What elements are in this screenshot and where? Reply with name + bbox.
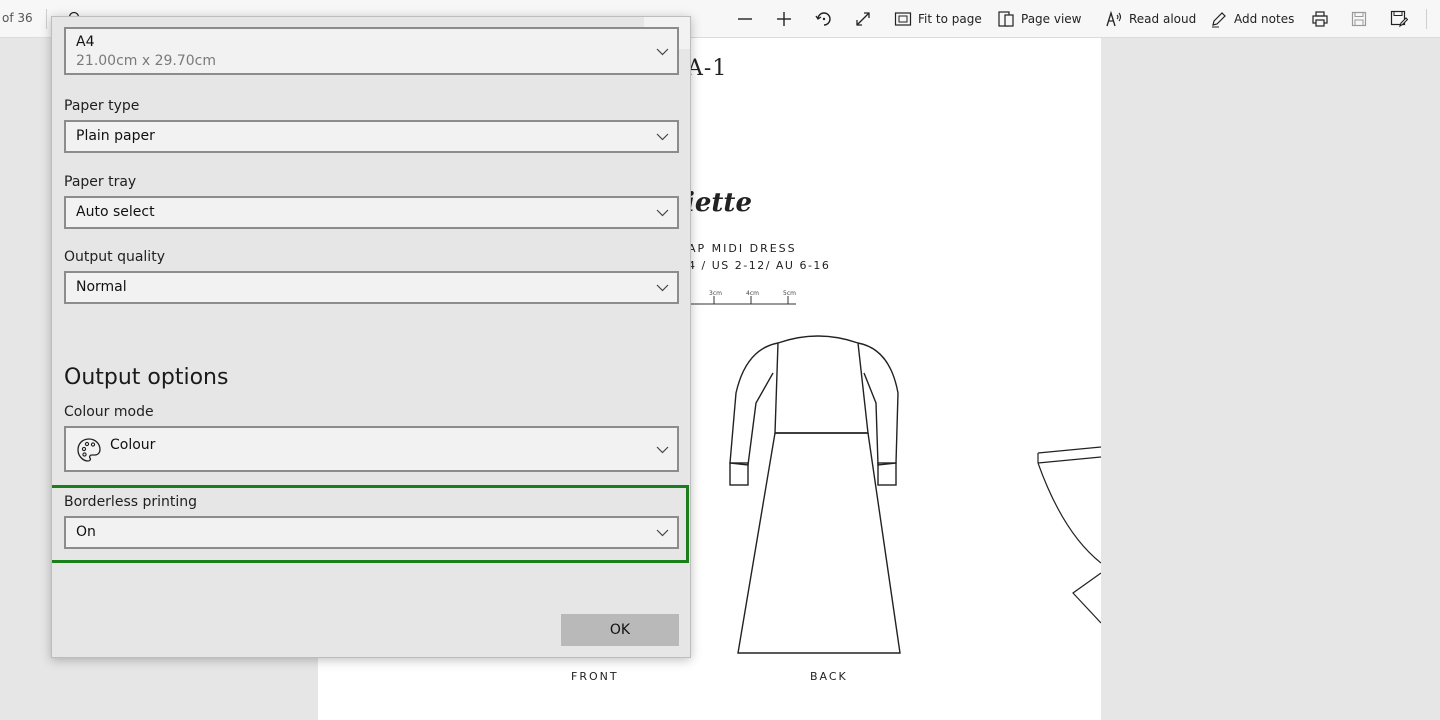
minus-icon bbox=[738, 18, 752, 20]
chevron-down-icon bbox=[656, 133, 669, 141]
toolbar-divider bbox=[46, 9, 47, 29]
palette-icon bbox=[77, 438, 101, 462]
zoom-in-button[interactable] bbox=[775, 0, 793, 38]
pen-icon bbox=[1212, 12, 1226, 28]
printer-icon bbox=[1312, 11, 1328, 27]
page-view-icon bbox=[998, 11, 1014, 27]
paper-tray-select[interactable]: Auto select bbox=[64, 196, 679, 229]
borderless-printing-select[interactable]: On bbox=[64, 516, 679, 549]
borderless-printing-label: Borderless printing bbox=[64, 494, 198, 510]
output-quality-label: Output quality bbox=[64, 249, 165, 265]
paper-type-label: Paper type bbox=[64, 98, 140, 114]
page-view-button[interactable]: Page view bbox=[997, 0, 1082, 38]
plus-icon bbox=[777, 12, 791, 26]
page-count: of 36 bbox=[2, 11, 33, 25]
save-as-icon bbox=[1390, 10, 1408, 28]
save-button[interactable] bbox=[1351, 0, 1367, 38]
paper-type-value: Plain paper bbox=[76, 128, 155, 144]
ruler-label: 3cm bbox=[709, 290, 722, 297]
front-view-label: FRONT bbox=[571, 670, 619, 683]
fit-to-page-label: Fit to page bbox=[918, 12, 982, 26]
paper-size-value: A4 bbox=[76, 34, 95, 50]
pattern-piece-illustration bbox=[1037, 446, 1101, 624]
fit-to-page-icon bbox=[894, 12, 912, 26]
paper-size-select[interactable]: A4 21.00cm x 29.70cm bbox=[64, 27, 679, 75]
zoom-out-button[interactable] bbox=[736, 0, 754, 38]
page-view-label: Page view bbox=[1021, 12, 1082, 26]
brand-logo-text: iette bbox=[685, 188, 752, 218]
print-settings-dialog: A4 21.00cm x 29.70cm Paper type Plain pa… bbox=[51, 16, 691, 658]
toolbar-divider bbox=[1426, 9, 1427, 29]
add-notes-label: Add notes bbox=[1234, 12, 1295, 26]
output-options-heading: Output options bbox=[64, 365, 229, 390]
colour-mode-value: Colour bbox=[110, 437, 156, 453]
dress-illustration bbox=[729, 335, 901, 654]
ruler-label: 5cm bbox=[783, 290, 796, 297]
rotate-icon bbox=[815, 12, 831, 26]
scale-ruler bbox=[678, 296, 796, 305]
read-aloud-icon bbox=[1106, 10, 1122, 27]
chevron-down-icon bbox=[656, 529, 669, 537]
rotate-button[interactable] bbox=[815, 0, 833, 38]
print-button[interactable] bbox=[1311, 0, 1329, 38]
output-quality-select[interactable]: Normal bbox=[64, 271, 679, 304]
paper-tray-value: Auto select bbox=[76, 204, 155, 220]
borderless-printing-value: On bbox=[76, 524, 96, 540]
pattern-title: AP MIDI DRESS bbox=[688, 242, 797, 255]
paper-type-select[interactable]: Plain paper bbox=[64, 120, 679, 153]
read-aloud-button[interactable]: Read aloud bbox=[1105, 0, 1196, 38]
paper-size-dimensions: 21.00cm x 29.70cm bbox=[76, 53, 217, 69]
fit-to-page-button[interactable]: Fit to page bbox=[894, 0, 982, 38]
output-quality-value: Normal bbox=[76, 279, 127, 295]
chevron-down-icon bbox=[656, 48, 669, 56]
chevron-down-icon bbox=[656, 446, 669, 454]
save-as-button[interactable] bbox=[1390, 0, 1408, 38]
ok-button[interactable]: OK bbox=[561, 614, 679, 646]
chevron-down-icon bbox=[656, 284, 669, 292]
ruler-label: 4cm bbox=[746, 290, 759, 297]
pattern-sizes: 4 / US 2-12/ AU 6-16 bbox=[688, 259, 831, 272]
colour-mode-label: Colour mode bbox=[64, 404, 154, 420]
read-aloud-label: Read aloud bbox=[1129, 12, 1197, 26]
paper-tray-label: Paper tray bbox=[64, 174, 137, 190]
fullscreen-button[interactable] bbox=[854, 0, 872, 38]
back-view-label: BACK bbox=[810, 670, 848, 683]
add-notes-button[interactable]: Add notes bbox=[1210, 0, 1294, 38]
expand-icon bbox=[856, 12, 870, 26]
chevron-down-icon bbox=[656, 209, 669, 217]
save-icon bbox=[1351, 11, 1367, 27]
colour-mode-select[interactable]: Colour bbox=[64, 426, 679, 472]
pattern-code: A-1 bbox=[687, 56, 728, 81]
